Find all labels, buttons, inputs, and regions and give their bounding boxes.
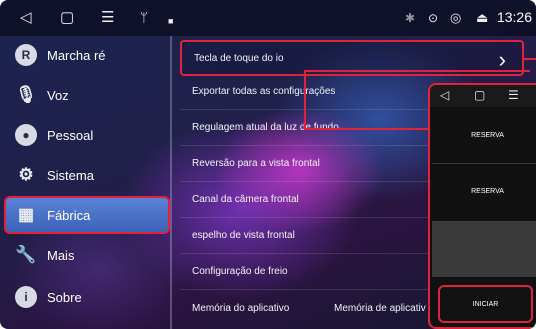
- sidebar-item-label: Sistema: [47, 167, 94, 183]
- sidebar-item-pessoal[interactable]: ● Pessoal: [4, 116, 170, 154]
- reserve-key-2[interactable]: RESERVA: [432, 165, 536, 217]
- settings-sidebar: R Marcha ré 🎙 Voz ● Pessoal ⚙ Sistema ▦ …: [4, 36, 170, 329]
- list-item-label: Canal da câmera frontal: [192, 194, 299, 205]
- location-icon: ⊙: [428, 11, 439, 25]
- list-item-label: Memória do aplicativo: [192, 302, 290, 314]
- wifi-icon: ◎: [450, 10, 462, 25]
- back-icon[interactable]: ◁: [20, 9, 32, 27]
- menu-icon[interactable]: ☰: [101, 9, 114, 27]
- callout-line: [304, 70, 306, 130]
- wrench-icon: 🔧: [15, 245, 37, 264]
- list-item-label: Exportar todas as configurações: [192, 86, 336, 97]
- sidebar-item-label: Sobre: [47, 289, 82, 305]
- touch-key-panel: ◁ ▢ ☰ RESERVA RESERVA INICIAR: [428, 83, 536, 329]
- eject-icon[interactable]: ⏏: [476, 9, 488, 27]
- callout-line: [524, 58, 536, 60]
- sidebar-item-marcha-re[interactable]: R Marcha ré: [4, 36, 170, 74]
- sidebar-item-label: Mais: [47, 247, 75, 263]
- notification-icon: ■: [168, 16, 174, 26]
- bluetooth-icon: ✱: [405, 11, 416, 25]
- sidebar-item-label: Marcha ré: [47, 47, 106, 63]
- start-button[interactable]: INICIAR: [438, 285, 533, 323]
- empty-key-slot[interactable]: [432, 221, 536, 277]
- factory-icon: ▦: [17, 205, 35, 224]
- info-icon: i: [15, 286, 37, 308]
- menu-icon[interactable]: ☰: [508, 88, 519, 102]
- reserve-key-1[interactable]: RESERVA: [432, 109, 536, 161]
- sidebar-item-sistema[interactable]: ⚙ Sistema: [4, 156, 170, 194]
- home-icon[interactable]: ▢: [474, 88, 485, 102]
- panel-nav-bar: ◁ ▢ ☰: [430, 85, 536, 107]
- list-item-value: Memória de aplicativ: [334, 302, 426, 314]
- person-icon: ●: [15, 124, 37, 146]
- usb-icon: ᛘ: [140, 10, 148, 25]
- list-item-label: espelho de vista frontal: [192, 230, 295, 241]
- sidebar-item-fabrica[interactable]: ▦ Fábrica: [4, 196, 170, 234]
- list-item-label: Reversão para a vista frontal: [192, 158, 320, 169]
- microphone-icon: 🎙: [15, 85, 37, 104]
- home-icon[interactable]: ▢: [60, 9, 74, 27]
- callout-line: [304, 70, 530, 72]
- sidebar-item-voz[interactable]: 🎙 Voz: [4, 76, 170, 114]
- head-unit-screen: ◁ ▢ ☰ ᛘ ■ ✱ ⊙ ◎ ⏏ 13:26 R Marcha ré 🎙 Vo…: [0, 0, 536, 329]
- key-label: RESERVA: [471, 131, 504, 139]
- sidebar-item-label: Fábrica: [47, 207, 91, 223]
- divider: [432, 163, 536, 164]
- list-item-label: Configuração de freio: [192, 266, 288, 277]
- sidebar-item-label: Pessoal: [47, 127, 94, 143]
- callout-line: [304, 128, 430, 130]
- list-item-label: Tecla de toque do io: [194, 52, 284, 64]
- sidebar-item-label: Voz: [47, 87, 69, 103]
- reverse-gear-icon: R: [15, 44, 37, 66]
- sidebar-item-sobre[interactable]: i Sobre: [4, 278, 170, 316]
- sidebar-item-mais[interactable]: 🔧 Mais: [4, 236, 170, 274]
- back-icon[interactable]: ◁: [440, 88, 449, 102]
- sidebar-divider: [170, 36, 172, 329]
- gears-icon: ⚙: [18, 165, 34, 184]
- clock: 13:26: [496, 9, 532, 25]
- key-label: RESERVA: [471, 187, 504, 195]
- status-bar: ◁ ▢ ☰ ᛘ ■ ✱ ⊙ ◎ ⏏ 13:26: [0, 0, 536, 36]
